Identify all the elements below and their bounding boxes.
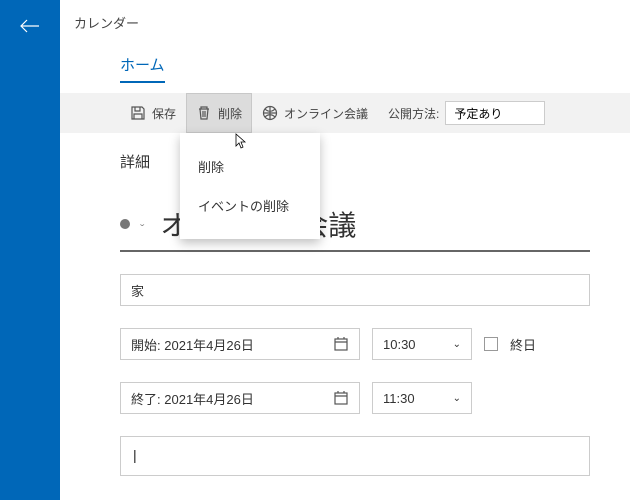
delete-label: 削除 [218,105,242,122]
chevron-down-icon: ⌄ [453,339,461,350]
end-text: 終了: 2021年4月26日 [131,389,254,408]
delete-button[interactable]: 削除 [186,93,252,133]
chevron-down-icon: ⌄ [453,393,461,404]
toolbar: 保存 削除 オンライン会議 公開方法: 予定あり 削除 イベントの削除 [60,93,630,133]
calendar-icon [333,390,349,406]
start-row: 開始: 2021年4月26日 10:30 ⌄ 終日 [120,328,590,360]
calendar-icon [333,336,349,352]
publication-method-label: 公開方法: [388,105,439,122]
description-caret: | [133,447,137,463]
location-input[interactable]: 家 [120,274,590,306]
start-time-select[interactable]: 10:30 ⌄ [372,328,472,360]
app-title: カレンダー [60,0,630,32]
end-time-value: 11:30 [383,391,415,406]
save-icon [130,105,146,121]
end-time-select[interactable]: 11:30 ⌄ [372,382,472,414]
allday-label: 終日 [510,335,536,354]
start-time-value: 10:30 [383,337,416,352]
trash-icon [196,105,212,121]
content-area: 詳細 ⌄ オンライン会議 家 開始: 2021年4月26日 10:30 ⌄ 終日 [60,133,630,476]
tab-home[interactable]: ホーム [120,54,165,83]
tab-strip: ホーム [60,32,630,83]
menu-item-delete-event[interactable]: イベントの削除 [180,186,320,225]
end-row: 終了: 2021年4月26日 11:30 ⌄ [120,382,590,414]
chevron-down-icon[interactable]: ⌄ [138,220,146,228]
main-pane: カレンダー ホーム 保存 削除 オンライン会議 公開方法: 予定あり [60,0,630,500]
delete-dropdown: 削除 イベントの削除 [180,133,320,239]
start-date-picker[interactable]: 開始: 2021年4月26日 [120,328,360,360]
color-dot-icon[interactable] [120,219,130,229]
online-meeting-label: オンライン会議 [284,105,368,122]
start-text: 開始: 2021年4月26日 [131,335,254,354]
save-button[interactable]: 保存 [120,93,186,133]
publication-method-value: 予定あり [454,105,502,122]
end-date-picker[interactable]: 終了: 2021年4月26日 [120,382,360,414]
publication-method-select[interactable]: 予定あり [445,101,545,125]
allday-checkbox[interactable] [484,337,498,351]
back-arrow-icon[interactable] [20,18,40,500]
menu-item-delete[interactable]: 削除 [180,147,320,186]
online-meeting-button[interactable]: オンライン会議 [252,93,378,133]
globe-icon [262,105,278,121]
save-label: 保存 [152,105,176,122]
location-value: 家 [131,281,144,300]
left-sidebar [0,0,60,500]
description-input[interactable]: | [120,436,590,476]
